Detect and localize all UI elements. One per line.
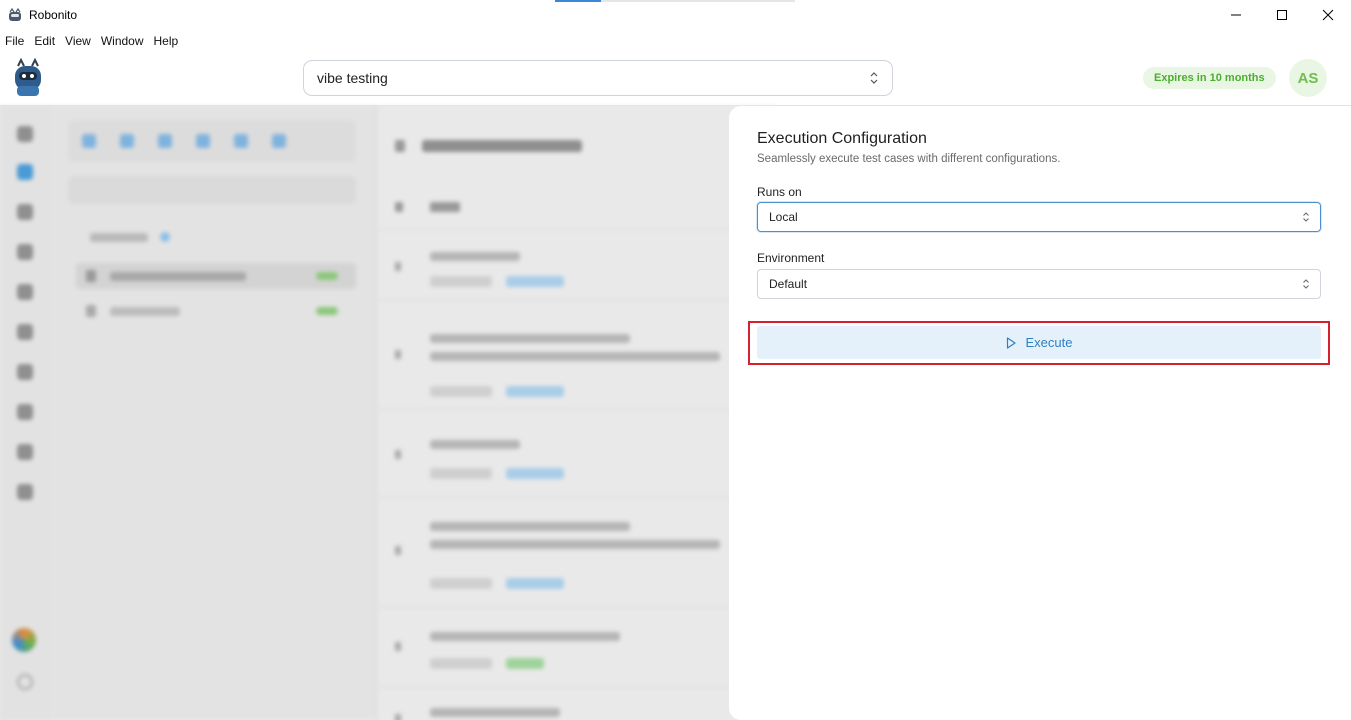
maximize-icon [1277,10,1287,20]
maximize-button[interactable] [1259,0,1305,30]
play-icon [1006,336,1016,349]
download-icon [272,134,286,148]
step-row [378,498,778,608]
settings-icon [17,364,33,380]
robonito-app-icon [9,7,21,21]
panel-title: Execution Configuration [757,130,927,147]
test-steps-panel [378,106,778,720]
step-row [378,608,778,688]
execute-button[interactable]: Execute [757,326,1321,359]
lock-icon [17,404,33,420]
environment-value: Default [769,277,808,291]
menu-help[interactable]: Help [154,34,179,48]
close-button[interactable] [1305,0,1351,30]
minimize-button[interactable] [1213,0,1259,30]
expiry-badge: Expires in 10 months [1143,67,1276,89]
tests-icon [17,164,33,180]
integration-avatar [12,628,36,652]
analytics-icon [17,484,33,500]
chevron-updown-icon [1303,279,1309,289]
execution-config-panel: Execution Configuration Seamlessly execu… [729,106,1351,720]
menu-file[interactable]: File [5,34,24,48]
execute-label: Execute [1025,335,1073,350]
reports-icon [17,204,33,220]
tree-item-selected [76,263,356,289]
environment-label: Environment [757,251,825,265]
minimize-icon [1231,14,1241,16]
menu-edit[interactable]: Edit [34,34,55,48]
tree-search [68,176,356,204]
chevron-updown-icon [1303,212,1309,222]
user-avatar[interactable]: AS [1289,59,1327,97]
steps-header [378,184,778,230]
settings-icon [196,134,210,148]
close-icon [1322,9,1334,21]
menu-view[interactable]: View [65,34,91,48]
panel-subtitle: Seamlessly execute test cases with diffe… [757,153,1061,165]
side-rail [0,106,50,720]
search-icon [17,244,33,260]
menu-bar: File Edit View Window Help [0,30,188,52]
window-titlebar: Robonito [0,0,1351,30]
step-row [378,688,778,720]
file-icon [234,134,248,148]
runs-on-select[interactable]: Local [757,202,1321,232]
step-row [378,410,778,498]
app-header: vibe testing Expires in 10 months AS [0,52,1351,106]
tree-toolbar [68,120,356,162]
step-row [378,300,778,410]
runs-on-value: Local [769,210,798,224]
copy-icon [158,134,172,148]
edit-icon [120,134,134,148]
gear-icon [17,674,33,690]
project-select[interactable]: vibe testing [303,60,893,96]
menu-window[interactable]: Window [101,34,144,48]
project-select-value: vibe testing [317,70,388,86]
taskbar-accent [555,0,795,2]
inspect-icon [17,444,33,460]
history-icon [17,284,33,300]
window-title: Robonito [29,8,78,22]
add-icon [82,134,96,148]
key-icon [17,324,33,340]
runs-on-label: Runs on [757,185,802,199]
tree-folder [68,224,356,250]
environment-select[interactable]: Default [757,269,1321,299]
robonito-logo[interactable] [11,58,45,98]
step-row [378,230,778,300]
chevron-updown-icon [870,72,878,84]
home-icon [17,126,33,142]
test-tree-panel [50,106,377,720]
tree-item [76,298,356,324]
